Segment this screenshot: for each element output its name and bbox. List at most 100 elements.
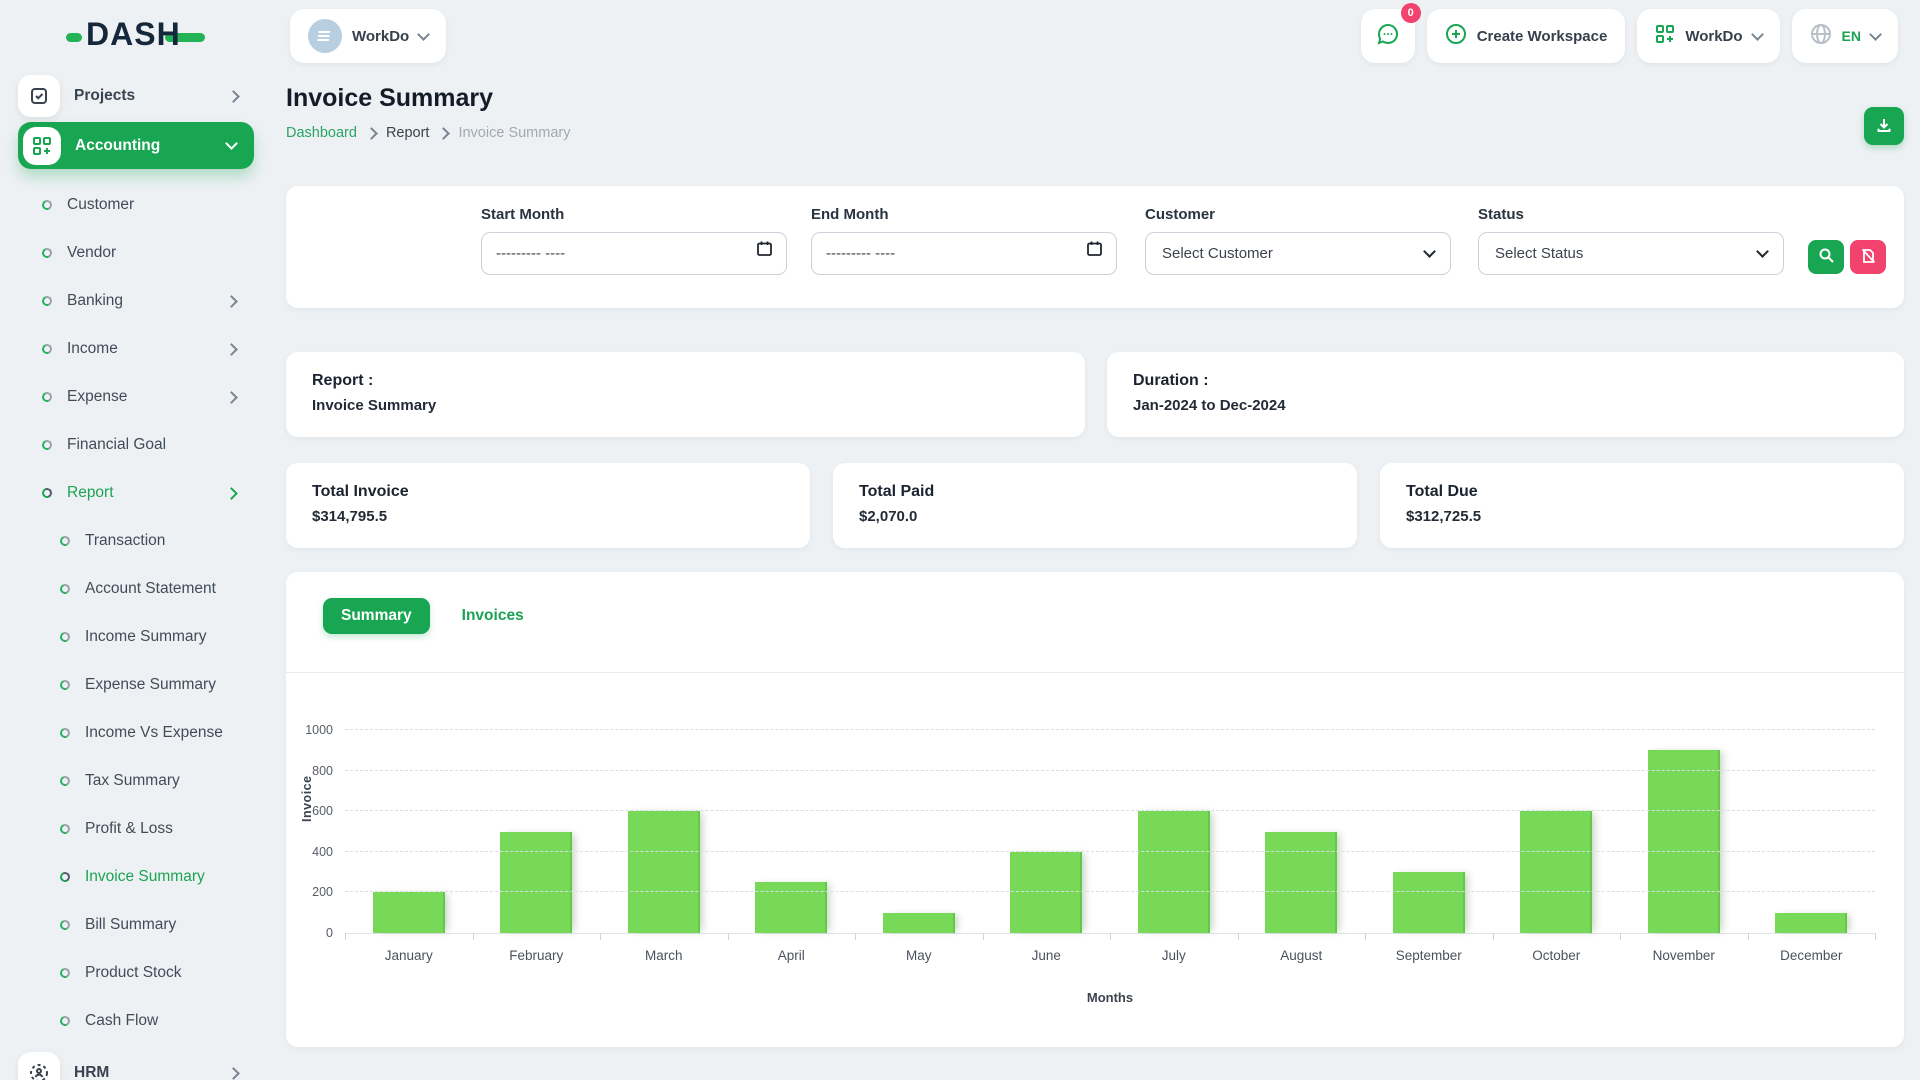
total-card-total-due: Total Due$312,725.5	[1380, 463, 1904, 548]
sidebar-item-income-vs-expense[interactable]: Income Vs Expense	[18, 709, 254, 757]
sidebar-item-hrm[interactable]: HRM	[18, 1051, 254, 1080]
workdo-menu-button[interactable]: WorkDo	[1637, 9, 1779, 63]
bar-column-april	[728, 730, 856, 933]
sidebar-item-bill-summary[interactable]: Bill Summary	[18, 901, 254, 949]
bullet-icon	[59, 679, 72, 692]
bullet-icon	[59, 727, 72, 740]
x-tick-mark	[855, 933, 856, 940]
bullet-icon	[59, 535, 72, 548]
status-select[interactable]: Select Status	[1478, 232, 1784, 275]
reset-button[interactable]	[1850, 240, 1886, 274]
bar-october	[1520, 811, 1592, 933]
bar-august	[1265, 832, 1337, 934]
y-tick-label: 400	[312, 845, 333, 859]
bullet-icon	[59, 919, 72, 932]
chart-x-axis-title: Months	[345, 990, 1875, 1005]
end-month-input[interactable]	[811, 232, 1117, 275]
x-tick-label: May	[855, 948, 983, 963]
x-tick-label: April	[728, 948, 856, 963]
sidebar-item-label: Financial Goal	[67, 436, 254, 454]
sidebar-item-accounting[interactable]: Accounting	[18, 122, 254, 169]
sidebar-item-projects[interactable]: Projects	[18, 74, 254, 118]
globe-icon	[1810, 23, 1832, 50]
customer-select[interactable]: Select Customer	[1145, 232, 1451, 275]
breadcrumb: Dashboard Report Invoice Summary	[286, 125, 1904, 141]
grid-plus-icon	[1655, 24, 1675, 49]
chevron-down-icon	[225, 137, 238, 150]
x-tick-mark	[983, 933, 984, 940]
sidebar-item-expense-summary[interactable]: Expense Summary	[18, 661, 254, 709]
grid-plus-icon	[23, 127, 61, 165]
sidebar-item-income[interactable]: Income	[18, 325, 254, 373]
chart-plot: 02004006008001000	[345, 730, 1875, 934]
tab-summary[interactable]: Summary	[323, 598, 430, 634]
sidebar-item-income-summary[interactable]: Income Summary	[18, 613, 254, 661]
sidebar-item-tax-summary[interactable]: Tax Summary	[18, 757, 254, 805]
bar-column-september	[1365, 730, 1493, 933]
chevron-down-icon	[1751, 28, 1764, 41]
sidebar-item-label: Bill Summary	[85, 916, 254, 934]
total-value: $312,725.5	[1406, 508, 1904, 525]
x-tick-label: March	[600, 948, 728, 963]
report-value: Invoice Summary	[312, 397, 1085, 414]
x-tick-label: January	[345, 948, 473, 963]
sidebar-item-vendor[interactable]: Vendor	[18, 229, 254, 277]
y-tick-label: 1000	[305, 723, 333, 737]
sidebar-item-profit-loss[interactable]: Profit & Loss	[18, 805, 254, 853]
sidebar-item-product-stock[interactable]: Product Stock	[18, 949, 254, 997]
accounting-submenu: CustomerVendorBankingIncomeExpense Financ…	[18, 181, 254, 517]
messages-badge: 0	[1401, 3, 1421, 23]
x-tick-mark	[473, 933, 474, 940]
breadcrumb-report-link[interactable]: Report	[386, 125, 430, 141]
sidebar-item-transaction[interactable]: Transaction	[18, 517, 254, 565]
start-month-input[interactable]	[481, 232, 787, 275]
sidebar-item-invoice-summary[interactable]: Invoice Summary	[18, 853, 254, 901]
bullet-icon	[59, 871, 72, 884]
sidebar-item-banking[interactable]: Banking	[18, 277, 254, 325]
bullet-icon	[41, 487, 54, 500]
tabs-divider	[286, 672, 1904, 673]
gridline	[345, 810, 1875, 811]
sidebar-item-financial-goal[interactable]: Financial Goal	[18, 421, 254, 469]
language-selector[interactable]: EN	[1792, 9, 1898, 63]
x-tick-mark	[1238, 933, 1239, 940]
create-workspace-label: Create Workspace	[1477, 28, 1608, 45]
plus-circle-icon	[1445, 23, 1467, 50]
bullet-icon	[59, 823, 72, 836]
sidebar-item-label: Income Summary	[85, 628, 254, 646]
x-tick-label: December	[1748, 948, 1876, 963]
tab-invoices[interactable]: Invoices	[444, 598, 542, 634]
bullet-icon	[59, 631, 72, 644]
sidebar-item-customer[interactable]: Customer	[18, 181, 254, 229]
sidebar-item-label: Cash Flow	[85, 1012, 254, 1030]
workspace-selector[interactable]: WorkDo	[290, 9, 446, 63]
search-button[interactable]	[1808, 240, 1844, 274]
chevron-down-icon	[417, 28, 430, 41]
status-label: Status	[1478, 206, 1784, 223]
bar-column-june	[983, 730, 1111, 933]
bar-april	[755, 882, 827, 933]
sidebar-item-report[interactable]: Report	[18, 469, 254, 517]
chart-card: SummaryInvoices Invoice 0200400600800100…	[286, 572, 1904, 1047]
end-month-label: End Month	[811, 206, 1117, 223]
bullet-icon	[41, 391, 54, 404]
sidebar-item-cash-flow[interactable]: Cash Flow	[18, 997, 254, 1045]
download-button[interactable]	[1864, 107, 1904, 145]
sidebar-item-account-statement[interactable]: Account Statement	[18, 565, 254, 613]
x-tick-mark	[1493, 933, 1494, 940]
sidebar-item-expense[interactable]: Expense	[18, 373, 254, 421]
x-tick-mark	[1365, 933, 1366, 940]
end-month-field: End Month	[811, 206, 1117, 275]
messages-button[interactable]: 0	[1361, 9, 1415, 63]
breadcrumb-dashboard-link[interactable]: Dashboard	[286, 125, 357, 141]
sidebar: Projects Accounting CustomerVendorBankin…	[18, 74, 254, 1080]
create-workspace-button[interactable]: Create Workspace	[1427, 9, 1626, 63]
total-card-total-paid: Total Paid$2,070.0	[833, 463, 1357, 548]
bar-march	[628, 811, 700, 933]
bar-december	[1775, 913, 1847, 933]
checkbox-icon	[18, 75, 60, 117]
bar-column-january	[345, 730, 473, 933]
x-tick-mark	[1110, 933, 1111, 940]
total-card-total-invoice: Total Invoice$314,795.5	[286, 463, 810, 548]
app-logo[interactable]: DASH	[66, 16, 205, 53]
